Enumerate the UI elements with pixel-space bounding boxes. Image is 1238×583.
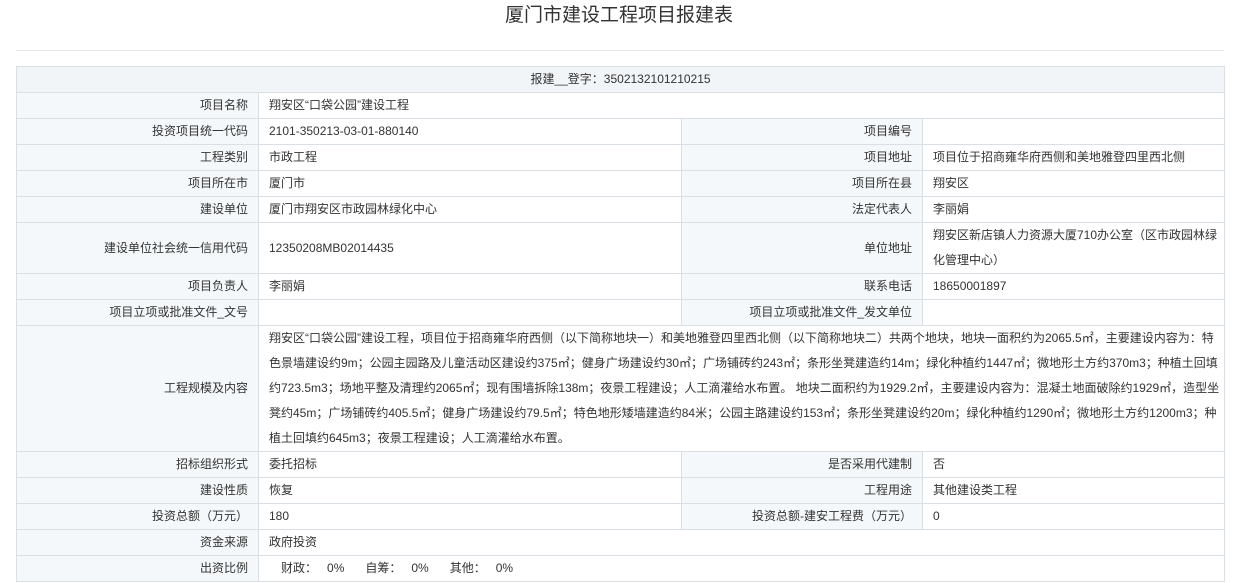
funding-ratio-value: 财政： 0% 自筹： 0% 其他： 0% xyxy=(257,555,1226,582)
funding-ratio-self-value: 0% xyxy=(411,561,429,575)
scale-and-content-value: 翔安区“口袋公园”建设工程，项目位于招商雍华府西侧（以下简称地块一）和美地雅登四… xyxy=(257,325,1226,452)
installation-cost-value: 0 xyxy=(921,503,1226,530)
project-city-value: 厦门市 xyxy=(258,170,682,197)
row-project-name: 项目名称 翔安区“口袋公园”建设工程 xyxy=(16,92,1226,119)
registration-form-table: 报建__登字：3502132101210215 项目名称 翔安区“口袋公园”建设… xyxy=(15,66,1226,582)
installation-cost-label: 投资总额-建安工程费（万元） xyxy=(681,503,923,530)
row-funding-ratio: 出资比例 财政： 0% 自筹： 0% 其他： 0% xyxy=(16,555,1226,582)
agent-construction-value: 否 xyxy=(921,451,1226,478)
row-credit-code: 建设单位社会统一信用代码 12350208MB02014435 单位地址 翔安区… xyxy=(16,222,1226,274)
row-total-investment: 投资总额（万元） 180 投资总额-建安工程费（万元） 0 xyxy=(16,503,1226,530)
row-investment-code: 投资项目统一代码 2101-350213-03-01-880140 项目编号 xyxy=(16,118,1226,145)
legal-representative-value: 李丽娟 xyxy=(921,196,1226,223)
contact-phone-label: 联系电话 xyxy=(681,273,923,300)
project-city-label: 项目所在市 xyxy=(16,170,259,197)
scale-and-content-label: 工程规模及内容 xyxy=(16,325,259,452)
approval-issuing-unit-value xyxy=(921,299,1226,326)
project-name-value: 翔安区“口袋公园”建设工程 xyxy=(257,92,1226,119)
row-scale-and-content: 工程规模及内容 翔安区“口袋公园”建设工程，项目位于招商雍华府西侧（以下简称地块… xyxy=(16,325,1226,452)
unit-address-label: 单位地址 xyxy=(681,222,923,274)
agent-construction-label: 是否采用代建制 xyxy=(681,451,923,478)
project-leader-label: 项目负责人 xyxy=(16,273,259,300)
registration-header: 报建__登字：3502132101210215 xyxy=(15,66,1226,93)
approval-issuing-unit-label: 项目立项或批准文件_发文单位 xyxy=(681,299,923,326)
approval-doc-number-label: 项目立项或批准文件_文号 xyxy=(16,299,259,326)
project-category-value: 市政工程 xyxy=(258,144,682,171)
title-divider xyxy=(16,50,1224,51)
investment-code-label: 投资项目统一代码 xyxy=(16,118,259,145)
registration-number: 3502132101210215 xyxy=(603,72,711,86)
approval-doc-number-value xyxy=(258,299,682,326)
row-project-location: 项目所在市 厦门市 项目所在县 翔安区 xyxy=(16,170,1226,197)
tender-form-value: 委托招标 xyxy=(258,451,682,478)
construction-unit-label: 建设单位 xyxy=(16,196,259,223)
row-fund-source: 资金来源 政府投资 xyxy=(16,529,1226,556)
project-number-label: 项目编号 xyxy=(681,118,923,145)
construction-unit-value: 厦门市翔安区市政园林绿化中心 xyxy=(258,196,682,223)
funding-ratio-other-value: 0% xyxy=(495,561,514,575)
row-tender-form: 招标组织形式 委托招标 是否采用代建制 否 xyxy=(16,451,1226,478)
project-use-label: 工程用途 xyxy=(681,477,923,504)
row-approval-document: 项目立项或批准文件_文号 项目立项或批准文件_发文单位 xyxy=(16,299,1226,326)
funding-ratio-other-label: 其他： xyxy=(449,561,486,575)
project-category-label: 工程类别 xyxy=(16,144,259,171)
fund-source-value: 政府投资 xyxy=(257,529,1226,556)
row-construction-nature: 建设性质 恢复 工程用途 其他建设类工程 xyxy=(16,477,1226,504)
construction-nature-value: 恢复 xyxy=(258,477,682,504)
project-name-label: 项目名称 xyxy=(16,92,259,119)
project-use-value: 其他建设类工程 xyxy=(921,477,1226,504)
unit-address-value: 翔安区新店镇人力资源大厦710办公室（区市政园林绿化管理中心） xyxy=(921,222,1226,274)
registration-label: 报建__登字： xyxy=(530,72,604,86)
row-project-category: 工程类别 市政工程 项目地址 项目位于招商雍华府西侧和美地雅登四里西北侧 xyxy=(16,144,1226,171)
legal-representative-label: 法定代表人 xyxy=(681,196,923,223)
total-investment-value: 180 xyxy=(258,503,682,530)
fund-source-label: 资金来源 xyxy=(16,529,259,556)
credit-code-label: 建设单位社会统一信用代码 xyxy=(16,222,259,274)
project-address-label: 项目地址 xyxy=(681,144,923,171)
row-project-leader: 项目负责人 李丽娟 联系电话 18650001897 xyxy=(16,273,1226,300)
project-county-value: 翔安区 xyxy=(921,170,1226,197)
credit-code-value: 12350208MB02014435 xyxy=(258,222,682,274)
page-title: 厦门市建设工程项目报建表 xyxy=(504,5,733,26)
project-address-value: 项目位于招商雍华府西侧和美地雅登四里西北侧 xyxy=(921,144,1226,171)
funding-ratio-finance-label: 财政： xyxy=(281,561,318,575)
tender-form-label: 招标组织形式 xyxy=(16,451,259,478)
construction-nature-label: 建设性质 xyxy=(16,477,259,504)
total-investment-label: 投资总额（万元） xyxy=(16,503,259,530)
funding-ratio-self-label: 自筹： xyxy=(365,561,402,575)
registration-row: 报建__登字：3502132101210215 xyxy=(15,66,1226,93)
funding-ratio-finance-value: 0% xyxy=(327,561,345,575)
row-construction-unit: 建设单位 厦门市翔安区市政园林绿化中心 法定代表人 李丽娟 xyxy=(16,196,1226,223)
project-number-value xyxy=(921,118,1226,145)
contact-phone-value: 18650001897 xyxy=(921,273,1226,300)
project-leader-value: 李丽娟 xyxy=(258,273,682,300)
project-county-label: 项目所在县 xyxy=(681,170,923,197)
investment-code-value: 2101-350213-03-01-880140 xyxy=(258,118,682,145)
funding-ratio-label: 出资比例 xyxy=(16,555,259,582)
